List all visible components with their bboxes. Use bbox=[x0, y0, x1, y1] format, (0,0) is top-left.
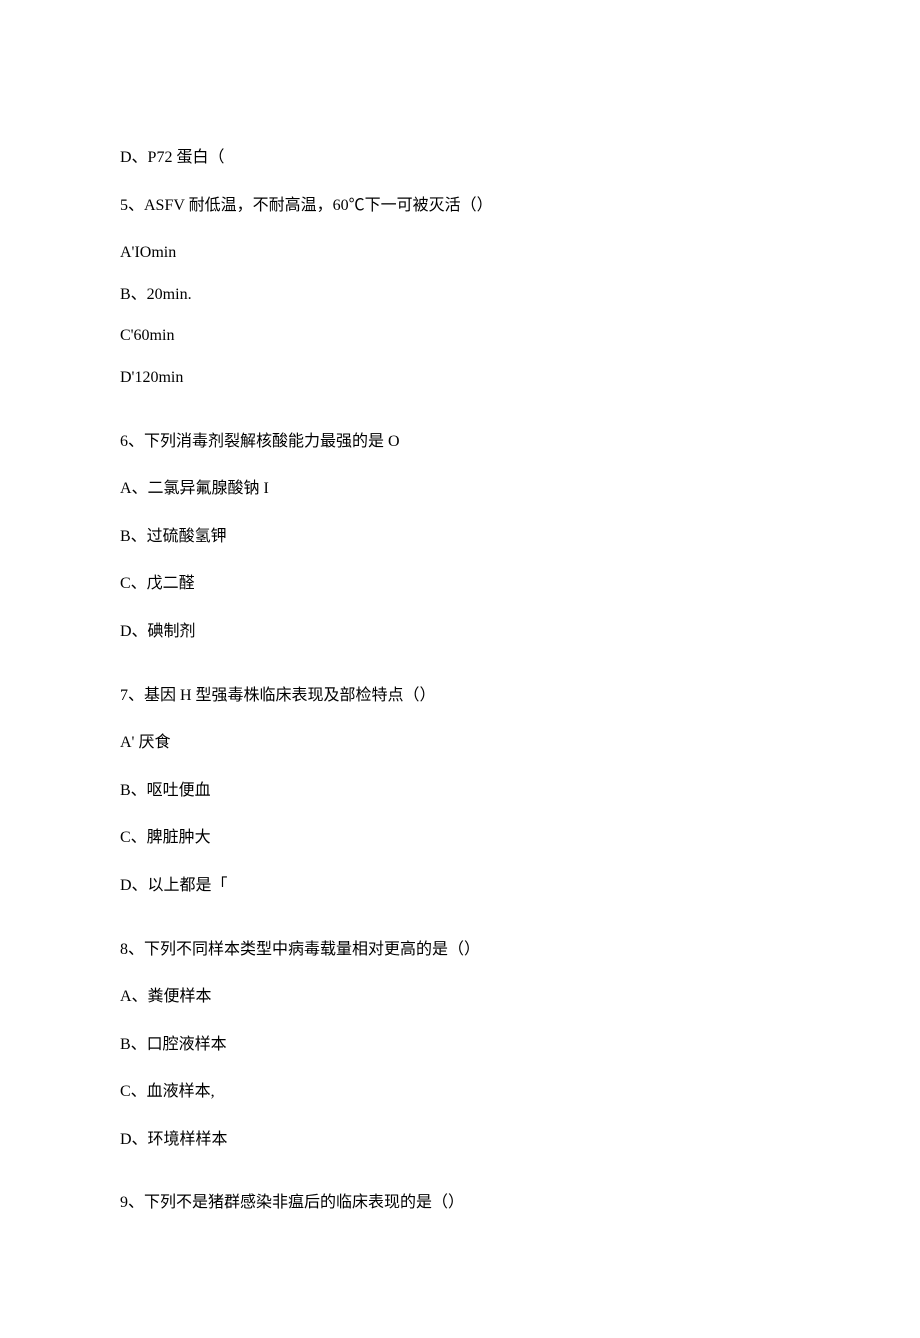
text-line: 9、下列不是猪群感染非瘟后的临床表现的是（） bbox=[120, 1190, 800, 1216]
text-line: A、粪便样本 bbox=[120, 984, 800, 1010]
text-line: 5、ASFV 耐低温，不耐高温，60℃下一可被灭活（） bbox=[120, 193, 800, 219]
document-page: D、P72 蛋白（ 5、ASFV 耐低温，不耐高温，60℃下一可被灭活（） A'IO… bbox=[0, 0, 920, 1338]
text-line: 6、下列消毒剂裂解核酸能力最强的是 O bbox=[120, 429, 800, 455]
text-line: C、戊二醛 bbox=[120, 571, 800, 597]
text-line: B、20min. bbox=[120, 282, 800, 308]
text-line: D、碘制剂 bbox=[120, 619, 800, 645]
text-line: A' 厌食 bbox=[120, 730, 800, 756]
text-line: D'120min bbox=[120, 365, 800, 391]
text-line: A、二氯异氟腺酸钠 I bbox=[120, 476, 800, 502]
text-line: B、过硫酸氢钾 bbox=[120, 524, 800, 550]
text-line: D、P72 蛋白（ bbox=[120, 145, 800, 171]
document-body: D、P72 蛋白（ 5、ASFV 耐低温，不耐高温，60℃下一可被灭活（） A'IO… bbox=[120, 145, 800, 1216]
text-line: C、脾脏肿大 bbox=[120, 825, 800, 851]
text-line: B、口腔液样本 bbox=[120, 1032, 800, 1058]
text-line: C、血液样本, bbox=[120, 1079, 800, 1105]
text-line: 8、下列不同样本类型中病毒载量相对更高的是（） bbox=[120, 937, 800, 963]
text-line: C'60min bbox=[120, 323, 800, 349]
text-line: D、环境样样本 bbox=[120, 1127, 800, 1153]
text-line: 7、基因 H 型强毒株临床表现及部检特点（） bbox=[120, 683, 800, 709]
text-line: B、呕吐便血 bbox=[120, 778, 800, 804]
text-line: A'IOmin bbox=[120, 240, 800, 266]
text-line: D、以上都是「 bbox=[120, 873, 800, 899]
